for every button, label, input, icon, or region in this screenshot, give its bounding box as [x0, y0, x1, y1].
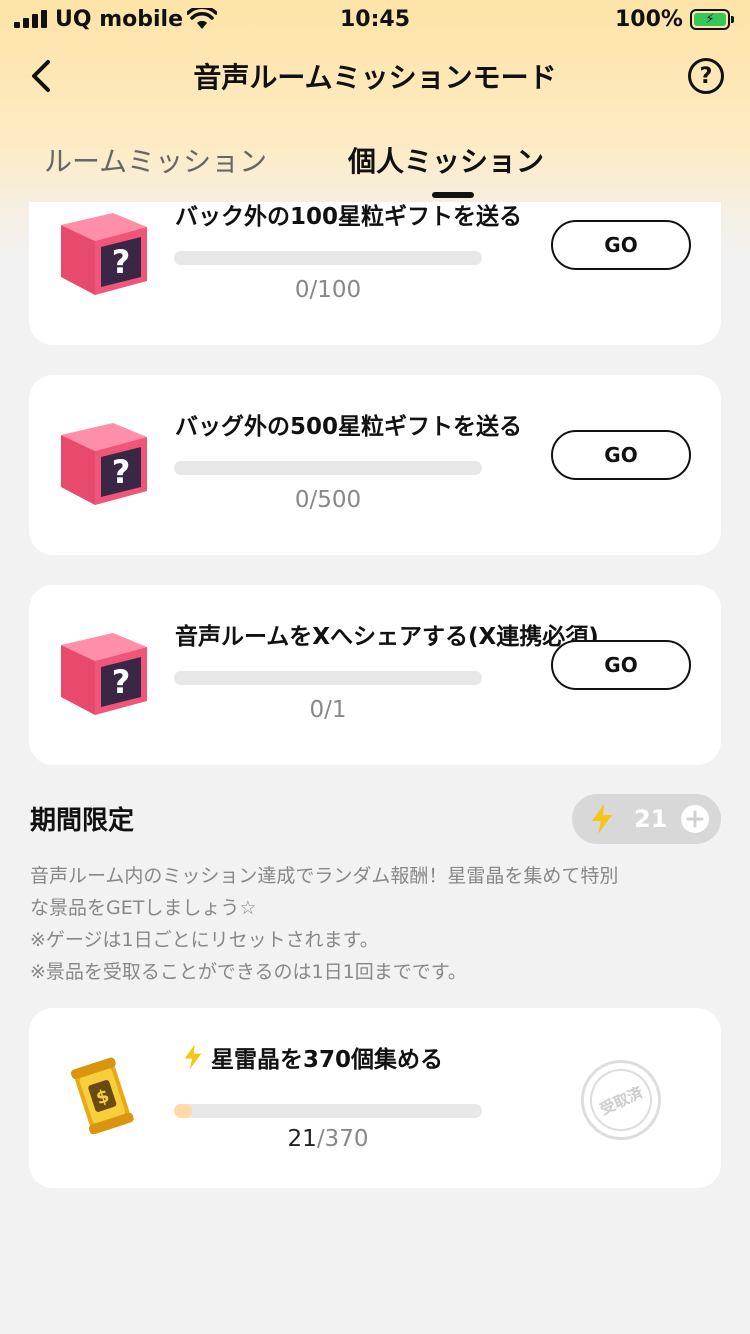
progress-text: 0/1	[309, 697, 347, 723]
carrier-name: UQ mobile	[55, 7, 184, 32]
energy-count: 21	[634, 805, 668, 833]
mystery-box-icon: ?	[61, 633, 147, 715]
limited-section-title: 期間限定	[30, 806, 135, 836]
mystery-box-icon: ?	[61, 423, 147, 505]
mission-title: 音声ルームをXへシェアする(X連携必須)	[175, 624, 599, 650]
lightning-icon	[184, 1044, 202, 1070]
svg-text:?: ?	[112, 453, 131, 491]
reward-card: $ 星雷晶を370個集める 21/370 受取済	[29, 1008, 721, 1188]
go-button[interactable]: GO	[551, 640, 691, 690]
progress-bar	[174, 1104, 482, 1118]
mission-card: ? 音声ルームをXへシェアする(X連携必須) 0/1 GO	[29, 585, 721, 765]
progress-text: 0/500	[294, 487, 362, 513]
tab-room-mission[interactable]: ルームミッション	[44, 140, 267, 180]
status-bar: UQ mobile 10:45 100% ⚡	[0, 0, 750, 40]
tab-personal-mission[interactable]: 個人ミッション	[348, 140, 544, 180]
wifi-icon	[187, 8, 217, 29]
mission-card: ? バッグ外の500星粒ギフトを送る 0/500 GO	[29, 375, 721, 555]
svg-text:?: ?	[112, 243, 131, 281]
go-button[interactable]: GO	[551, 220, 691, 270]
go-button[interactable]: GO	[551, 430, 691, 480]
signal-icon	[14, 10, 47, 28]
nav-bar: 音声ルームミッションモード ?	[0, 48, 750, 104]
mission-title: バック外の100星粒ギフトを送る	[175, 204, 523, 230]
energy-counter[interactable]: 21	[572, 794, 721, 844]
svg-text:?: ?	[112, 663, 131, 701]
mission-card: ? バック外の100星粒ギフトを送る 0/100 GO	[29, 202, 721, 345]
tab-bar: ルームミッション 個人ミッション	[0, 134, 750, 198]
progress-text: 0/100	[294, 277, 362, 303]
battery-percent: 100%	[615, 7, 683, 32]
plus-icon[interactable]	[681, 805, 709, 833]
reward-title: 星雷晶を370個集める	[183, 1040, 443, 1074]
progress-bar	[174, 461, 482, 475]
received-stamp: 受取済	[579, 1058, 663, 1142]
mission-list: ? バック外の100星粒ギフトを送る 0/100 GO ? バッグ外の500星粒…	[0, 202, 750, 1334]
page-title: 音声ルームミッションモード	[193, 61, 557, 94]
battery-icon: ⚡	[690, 9, 734, 30]
lightning-icon	[592, 804, 612, 834]
progress-bar	[174, 671, 482, 685]
help-icon[interactable]: ?	[688, 58, 724, 94]
clock: 10:45	[340, 7, 411, 32]
progress-bar	[174, 251, 482, 265]
mystery-box-icon: ?	[61, 213, 147, 295]
mission-title: バッグ外の500星粒ギフトを送る	[175, 414, 523, 440]
coin-jar-icon: $	[70, 1057, 134, 1134]
progress-text: 21/370	[287, 1126, 369, 1152]
active-tab-indicator	[432, 192, 474, 198]
limited-description: 音声ルーム内のミッション達成でランダム報酬！星雷晶を集めて特別 な景品をGETし…	[30, 865, 619, 983]
